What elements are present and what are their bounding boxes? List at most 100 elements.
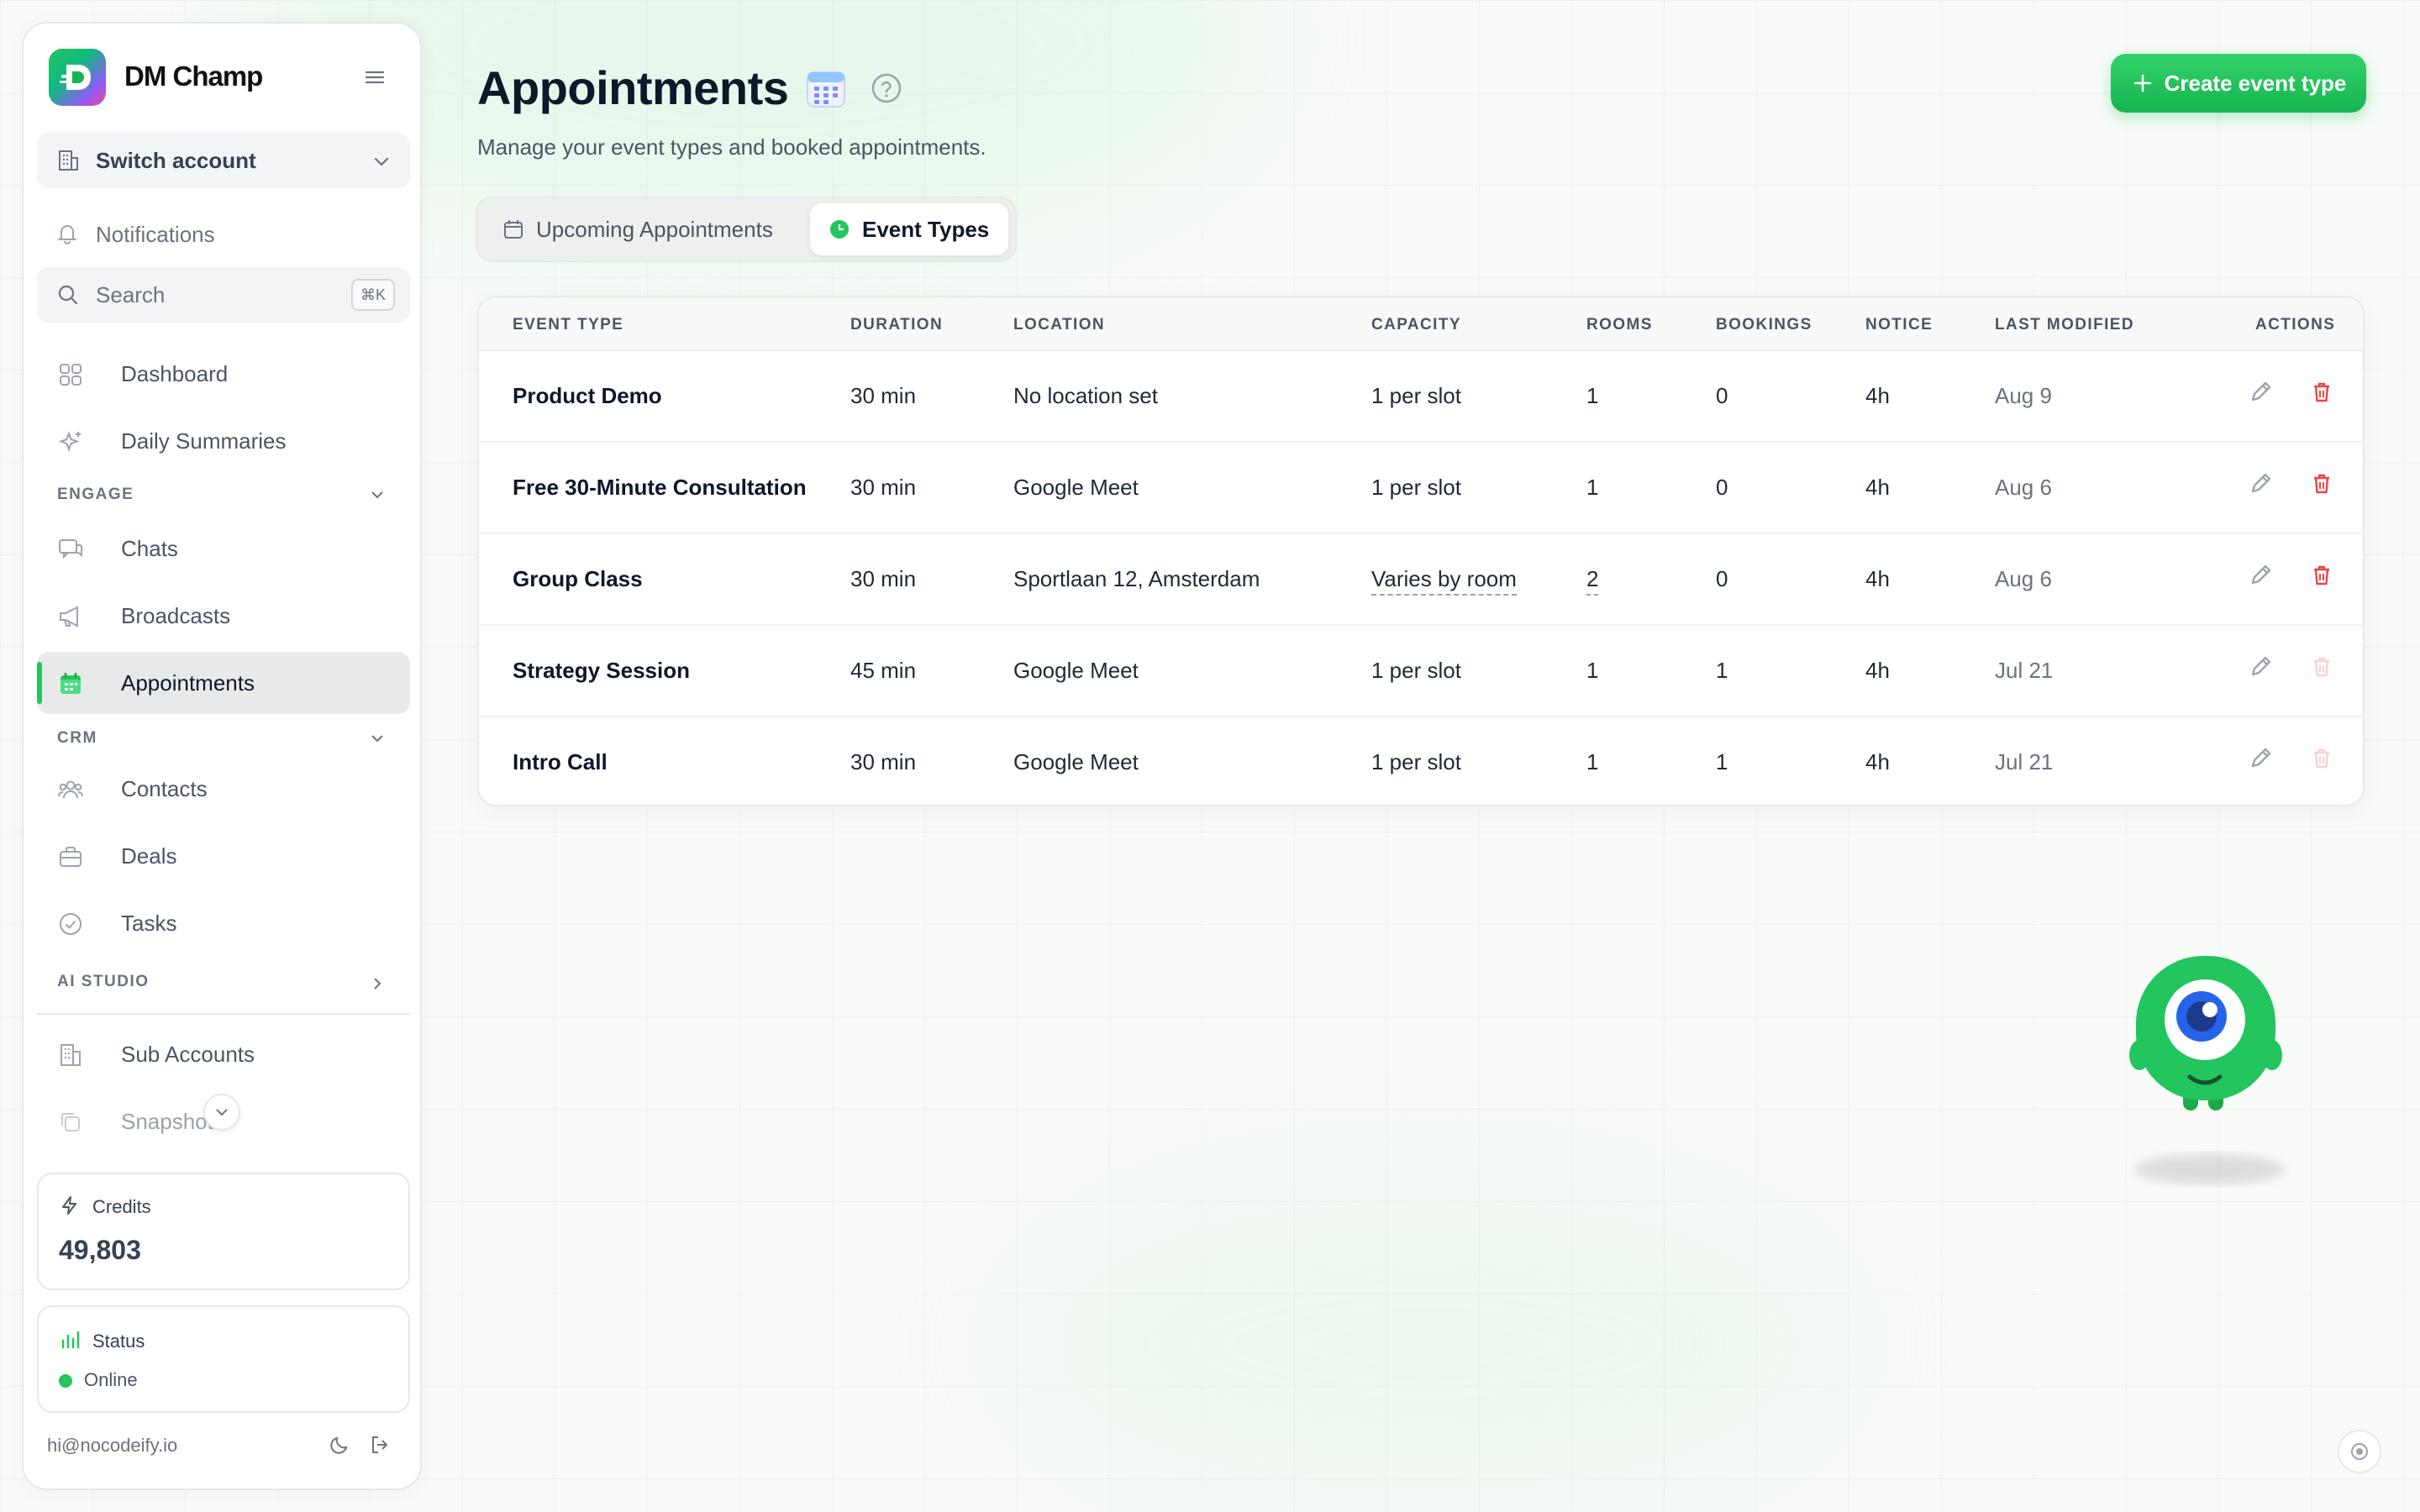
cell-notice: 4h <box>1865 749 1890 774</box>
section-crm[interactable]: CRM <box>57 729 97 748</box>
sidebar-item-tasks[interactable]: Tasks <box>37 892 410 954</box>
search-icon <box>58 285 78 305</box>
pencil-icon[interactable] <box>2247 653 2275 681</box>
calendar-icon <box>504 220 523 239</box>
cell-capacity: Varies by room <box>1371 566 1517 596</box>
cell-rooms: 2 <box>1586 566 1599 596</box>
sparkles-icon <box>58 431 81 452</box>
table-row[interactable]: Product Demo 30 min No location set 1 per s… <box>479 351 2363 443</box>
plus-icon <box>2133 74 2151 92</box>
col-location: LOCATION <box>1013 316 1106 333</box>
cell-rooms: 1 <box>1586 475 1599 500</box>
cell-capacity: 1 per slot <box>1371 475 1461 500</box>
logout-icon[interactable] <box>368 1433 392 1457</box>
table-row[interactable]: Group Class 30 min Sportlaan 12, Amsterdam… <box>479 534 2363 626</box>
section-ai-studio[interactable]: AI STUDIO <box>57 973 150 991</box>
col-last-modified: LAST MODIFIED <box>1995 316 2134 333</box>
cell-duration: 45 min <box>850 658 917 683</box>
sidebar-item-label: Chats <box>121 535 178 561</box>
col-event-type: EVENT TYPE <box>513 316 624 333</box>
sidebar-item-appointments[interactable]: Appointments <box>37 652 410 714</box>
cell-bookings: 0 <box>1716 383 1728 408</box>
search-placeholder: Search <box>96 282 166 307</box>
switch-account-label: Switch account <box>96 148 256 173</box>
moon-icon[interactable] <box>328 1433 351 1457</box>
credits-value: 49,803 <box>59 1235 141 1265</box>
cell-location: No location set <box>1013 383 1158 408</box>
trash-icon[interactable] <box>2307 561 2336 590</box>
bell-icon <box>57 225 77 244</box>
briefcase-icon <box>60 847 82 867</box>
cell-notice: 4h <box>1865 383 1890 408</box>
bolt-icon <box>62 1196 76 1215</box>
trash-icon[interactable] <box>2307 378 2336 407</box>
cell-capacity: 1 per slot <box>1371 749 1461 774</box>
col-notice: NOTICE <box>1865 316 1933 333</box>
col-actions: ACTIONS <box>2255 316 2336 333</box>
credits-card: Credits 49,803 <box>37 1173 410 1290</box>
chevron-right-icon[interactable] <box>368 974 387 993</box>
sidebar-item-broadcasts[interactable]: Broadcasts <box>37 585 410 647</box>
chevron-down-icon[interactable] <box>368 729 387 748</box>
sidebar-item-chats[interactable]: Chats <box>37 517 410 580</box>
cell-last-modified: Jul 21 <box>1995 658 2054 683</box>
help-icon[interactable] <box>871 72 902 104</box>
clock-icon <box>830 220 849 239</box>
sidebar-item-label: Daily Summaries <box>121 428 287 454</box>
users-icon <box>58 780 83 799</box>
scroll-down-button[interactable] <box>203 1094 240 1131</box>
sidebar-item-daily-summaries[interactable]: Daily Summaries <box>37 410 410 472</box>
check-circle-icon <box>60 913 82 935</box>
create-event-type-button[interactable]: Create event type <box>2111 54 2366 113</box>
cell-notice: 4h <box>1865 658 1890 683</box>
user-email: hi@nocodeify.io <box>47 1435 178 1456</box>
event-types-table: EVENT TYPE DURATION LOCATION CAPACITY RO… <box>477 296 2365 806</box>
table-row[interactable]: Intro Call 30 min Google Meet 1 per slot 1 1 4… <box>479 717 2363 805</box>
building-icon <box>59 150 78 171</box>
switch-account-button[interactable]: Switch account <box>37 133 410 188</box>
tab-upcoming-appointments[interactable]: Upcoming Appointments <box>489 203 808 255</box>
mascot-icon[interactable] <box>2126 949 2294 1193</box>
table-row[interactable]: Strategy Session 45 min Google Meet 1 per s… <box>479 626 2363 717</box>
active-indicator <box>37 662 42 704</box>
sidebar-item-deals[interactable]: Deals <box>37 825 410 887</box>
trash-icon[interactable] <box>2307 470 2336 498</box>
cell-capacity: 1 per slot <box>1371 658 1461 683</box>
notifications-label: Notifications <box>96 222 215 247</box>
tab-event-types[interactable]: Event Types <box>810 203 1008 255</box>
menu-icon[interactable] <box>363 67 387 87</box>
sidebar-item-contacts[interactable]: Contacts <box>37 758 410 820</box>
chevron-down-icon <box>374 157 389 166</box>
pencil-icon[interactable] <box>2247 744 2275 773</box>
status-label: Status <box>92 1331 145 1352</box>
cell-bookings: 1 <box>1716 749 1728 774</box>
sidebar-item-dashboard[interactable]: Dashboard <box>37 343 410 405</box>
record-button[interactable] <box>2338 1430 2381 1473</box>
brand-name: DM Champ <box>124 60 263 92</box>
search-input[interactable]: Search ⌘K <box>37 267 410 323</box>
sidebar-item-label: Tasks <box>121 910 177 936</box>
pencil-icon[interactable] <box>2247 470 2275 498</box>
calendar-icon <box>60 673 81 694</box>
pencil-icon[interactable] <box>2247 378 2275 407</box>
status-dot <box>59 1374 72 1388</box>
cell-notice: 4h <box>1865 475 1890 500</box>
cell-duration: 30 min <box>850 475 917 500</box>
cell-last-modified: Aug 6 <box>1995 475 2052 500</box>
cell-duration: 30 min <box>850 749 917 774</box>
cell-bookings: 1 <box>1716 658 1728 683</box>
credits-label: Credits <box>92 1196 151 1217</box>
search-shortcut-badge: ⌘K <box>351 279 395 311</box>
sidebar-item-sub-accounts[interactable]: Sub Accounts <box>37 1023 410 1085</box>
table-row[interactable]: Free 30-Minute Consultation 30 min Google … <box>479 443 2363 534</box>
chevron-down-icon[interactable] <box>368 486 387 504</box>
pencil-icon[interactable] <box>2247 561 2275 590</box>
brand-logo[interactable] <box>49 49 106 106</box>
cell-bookings: 0 <box>1716 566 1728 591</box>
status-value: Online <box>84 1369 138 1390</box>
col-rooms: ROOMS <box>1586 316 1653 333</box>
sidebar-item-label: Contacts <box>121 775 208 801</box>
table-header: EVENT TYPE DURATION LOCATION CAPACITY RO… <box>479 297 2363 351</box>
cell-last-modified: Jul 21 <box>1995 749 2054 774</box>
section-engage[interactable]: ENGAGE <box>57 486 134 504</box>
